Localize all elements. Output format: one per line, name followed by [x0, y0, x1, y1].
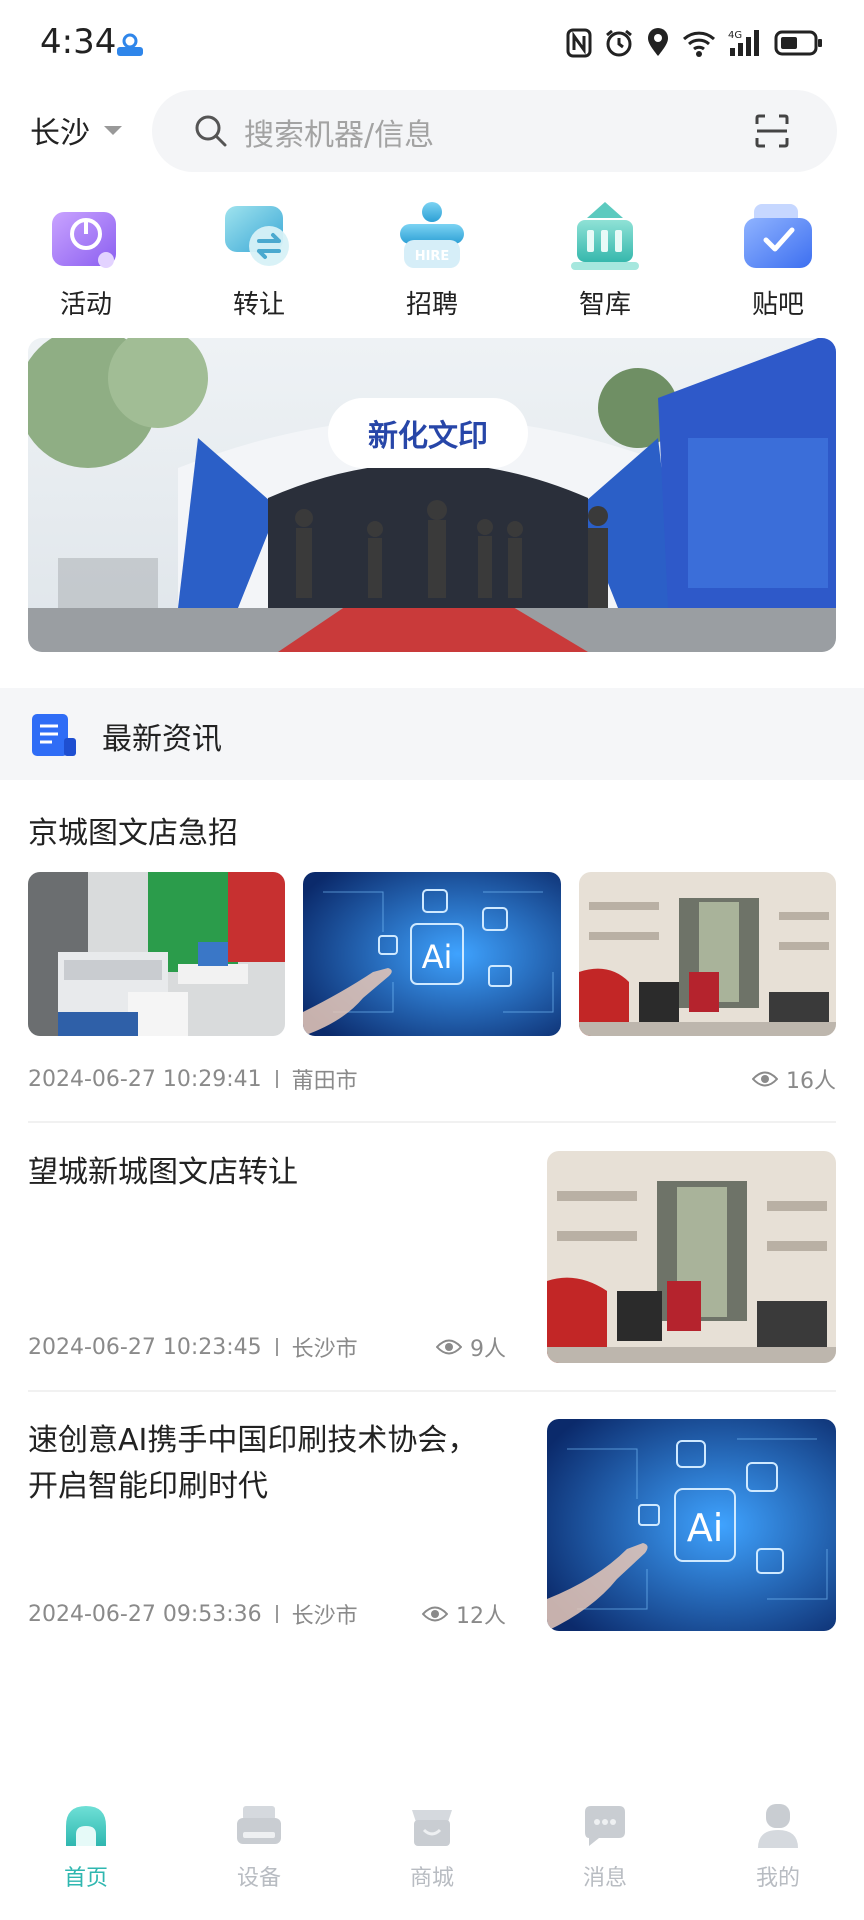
nav-message[interactable]: 消息: [545, 1790, 665, 1892]
transfer-icon: [225, 206, 289, 266]
shop-interior-image: [579, 872, 836, 1036]
category-label: 贴吧: [751, 290, 804, 320]
nav-label: 设备: [236, 1866, 281, 1891]
status-icons: 4G: [566, 26, 824, 60]
view-count: 12人: [456, 1604, 506, 1629]
search-icon: [195, 115, 227, 147]
ai-label: Ai: [687, 1506, 724, 1550]
home-screen: 4:34 4G 长沙 搜索机器/信息 活动 转让 HIRE 招聘 智库 贴吧 新…: [0, 0, 864, 1920]
home-icon: [66, 1806, 106, 1846]
news-views: 16人: [752, 1063, 836, 1095]
eye-icon: [752, 1071, 778, 1087]
store-icon: [412, 1810, 452, 1846]
bottom-nav: 首页 设备 商城 消息 我的: [0, 1790, 864, 1920]
svg-text:HIRE: HIRE: [415, 249, 450, 264]
view-count: 16人: [786, 1069, 836, 1094]
promo-banner[interactable]: 新化文印: [28, 338, 836, 652]
news-datetime: 2024-06-27 09:53:36: [28, 1601, 262, 1627]
svg-text:4G: 4G: [728, 30, 742, 41]
news-datetime: 2024-06-27 10:23:45: [28, 1334, 262, 1360]
category-transfer[interactable]: 转让: [199, 200, 319, 321]
search-input[interactable]: 搜索机器/信息: [152, 90, 837, 172]
news-city: 莆田市: [291, 1069, 358, 1094]
news-thumbnail[interactable]: [547, 1151, 836, 1363]
banner-sign-text: 新化文印: [368, 419, 488, 454]
meta-separator: [275, 1070, 278, 1088]
news-title[interactable]: 速创意AI携手中国印刷技术协会，开启智能印刷时代: [28, 1418, 498, 1510]
activity-icon: [52, 212, 116, 268]
section-title: 最新资讯: [102, 722, 222, 757]
category-hire[interactable]: HIRE 招聘: [372, 200, 492, 321]
meta-separator: [275, 1338, 278, 1356]
category-label: 活动: [59, 290, 112, 320]
nav-label: 商城: [409, 1866, 454, 1891]
news-datetime: 2024-06-27 10:29:41: [28, 1066, 262, 1092]
news-city: 长沙市: [291, 1337, 358, 1362]
news-views: 9人: [436, 1331, 506, 1363]
news-thumbnail[interactable]: [28, 872, 285, 1036]
category-label: 智库: [578, 290, 631, 320]
nav-home[interactable]: 首页: [26, 1790, 146, 1892]
alarm-icon: [606, 29, 632, 57]
city-selector[interactable]: 长沙: [30, 108, 122, 152]
news-views: 12人: [422, 1598, 506, 1630]
battery-icon: [774, 30, 822, 56]
status-time: 4:34: [40, 22, 117, 62]
view-count: 9人: [470, 1337, 506, 1362]
divider: [28, 1121, 836, 1123]
sync-badge-icon: [117, 33, 143, 56]
signal-4g-icon: 4G: [728, 30, 759, 56]
wifi-icon: [682, 31, 716, 57]
nav-device[interactable]: 设备: [199, 1790, 319, 1892]
nav-label: 首页: [63, 1866, 108, 1891]
hire-icon: HIRE: [400, 202, 464, 268]
location-icon: [648, 28, 668, 56]
category-library[interactable]: 智库: [545, 200, 665, 321]
nav-profile[interactable]: 我的: [718, 1790, 838, 1892]
nav-label: 我的: [755, 1866, 800, 1891]
news-meta: 2024-06-27 09:53:36 长沙市: [28, 1598, 358, 1630]
eye-icon: [436, 1339, 462, 1355]
eye-icon: [422, 1606, 448, 1622]
city-label: 长沙: [30, 116, 90, 151]
news-city: 长沙市: [291, 1604, 358, 1629]
ai-image: Ai: [303, 872, 561, 1036]
document-icon: [32, 714, 76, 756]
meta-separator: [275, 1605, 278, 1623]
forum-icon: [744, 204, 812, 268]
message-icon: [585, 1806, 625, 1846]
category-forum[interactable]: 贴吧: [718, 200, 838, 321]
nfc-icon: [566, 28, 592, 58]
profile-icon: [758, 1804, 798, 1848]
category-label: 转让: [232, 290, 285, 320]
ai-image: Ai: [547, 1419, 836, 1631]
news-meta: 2024-06-27 10:23:45 长沙市: [28, 1331, 358, 1363]
search-placeholder: 搜索机器/信息: [244, 118, 435, 153]
status-bar: 4:34 4G: [0, 0, 864, 80]
nav-store[interactable]: 商城: [372, 1790, 492, 1892]
news-thumbnail[interactable]: Ai: [547, 1419, 836, 1631]
ai-label: Ai: [422, 938, 453, 976]
divider: [28, 1390, 836, 1392]
category-activity[interactable]: 活动: [26, 200, 146, 321]
shop-interior-image: [547, 1151, 836, 1363]
news-thumbnail[interactable]: [579, 872, 836, 1036]
print-shop-image: [28, 872, 285, 1036]
news-title[interactable]: 望城新城图文店转让: [28, 1150, 498, 1196]
device-icon: [237, 1806, 281, 1844]
news-meta: 2024-06-27 10:29:41 莆田市: [28, 1063, 358, 1095]
category-label: 招聘: [405, 290, 458, 320]
section-header-news: 最新资讯: [0, 688, 864, 780]
news-title[interactable]: 京城图文店急招: [28, 808, 238, 852]
nav-label: 消息: [582, 1866, 627, 1891]
scan-icon[interactable]: [755, 114, 789, 148]
category-row: 活动 转让 HIRE 招聘 智库 贴吧: [0, 200, 864, 320]
banner-image: 新化文印: [28, 338, 836, 652]
news-thumbnail[interactable]: Ai: [303, 872, 561, 1036]
chevron-down-icon: [104, 125, 122, 135]
library-icon: [571, 202, 639, 270]
